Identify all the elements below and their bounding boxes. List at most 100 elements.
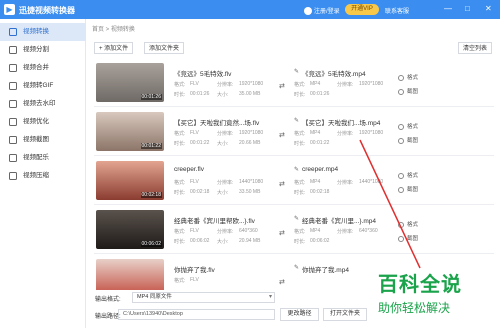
- duration-label: 时长:: [294, 92, 306, 98]
- clear-list-button[interactable]: 清空列表: [458, 42, 493, 54]
- sidebar-item-merge[interactable]: 视频合并: [0, 59, 86, 77]
- music-icon: [9, 154, 17, 162]
- add-folder-button[interactable]: 添加文件夹: [144, 42, 185, 54]
- sidebar-item-compress[interactable]: 视频压缩: [0, 167, 86, 185]
- size-label: 大小:: [217, 141, 229, 147]
- video-thumbnail: 00:01:22: [96, 112, 164, 151]
- source-size: 33.50 MB: [239, 189, 261, 195]
- edit-name-icon[interactable]: ✎: [294, 117, 299, 124]
- format-settings-button[interactable]: 格式: [398, 73, 418, 81]
- output-format-select[interactable]: MP4 同原文件: [132, 292, 275, 303]
- sidebar-item-gif[interactable]: 视频转GIF: [0, 77, 86, 95]
- screenshot-button[interactable]: 截图: [398, 136, 418, 144]
- format-settings-button[interactable]: 格式: [398, 122, 418, 130]
- edit-name-icon[interactable]: ✎: [294, 215, 299, 222]
- duration-label: 时长:: [174, 92, 186, 98]
- source-resolution: 1440*1080: [239, 179, 264, 185]
- output-duration: 00:06:02: [310, 238, 330, 244]
- add-file-button[interactable]: + 添加文件: [94, 42, 134, 54]
- maximize-icon[interactable]: □: [465, 4, 470, 14]
- optimize-icon: [9, 118, 17, 126]
- open-folder-button[interactable]: 打开文件夹: [323, 308, 367, 321]
- close-icon[interactable]: ✕: [485, 4, 492, 14]
- source-resolution: 1920*1080: [239, 81, 264, 87]
- source-duration: 00:06:02: [190, 238, 210, 244]
- source-resolution: 640*360: [239, 228, 258, 234]
- source-file-name: 【买它】天啦我们竟然...场.flv: [174, 120, 260, 127]
- screenshot-button[interactable]: 截图: [398, 185, 418, 193]
- output-duration: 00:01:26: [310, 91, 330, 97]
- format-label: 格式:: [294, 82, 306, 88]
- source-resolution: 1920*1080: [239, 130, 264, 136]
- size-label: 大小:: [217, 239, 229, 245]
- chevron-down-icon[interactable]: ▾: [269, 293, 272, 300]
- watermark-logo: 百科全说 助你轻松解决: [378, 268, 498, 316]
- output-resolution: 1920*1080: [359, 81, 384, 87]
- convert-arrow-icon: ⇄: [279, 132, 285, 139]
- app-title: 迅捷视频转换器: [19, 6, 75, 15]
- output-file-name: creeper.mp4: [302, 166, 339, 173]
- screenshot-icon: [9, 136, 17, 144]
- format-label: 格式:: [174, 278, 186, 284]
- convert-arrow-icon: ⇄: [279, 83, 285, 90]
- title-bar: ▶ 迅捷视频转换器 注册/登录 开通VIP 联系客服 — □ ✕: [0, 0, 500, 19]
- output-format-label: 输出格式:: [95, 297, 121, 303]
- output-format: MP4: [310, 228, 321, 234]
- edit-name-icon[interactable]: ✎: [294, 264, 299, 271]
- output-resolution: 1440*1080: [359, 179, 384, 185]
- resolution-label: 分辨率:: [337, 180, 354, 186]
- list-item[interactable]: 00:06:02 经典老番《宾川里帮欧...}.flv 格式: FLV 分辨率:…: [94, 207, 494, 254]
- sidebar-item-convert[interactable]: 视频转换: [0, 23, 86, 41]
- format-label: 格式:: [174, 229, 186, 235]
- screenshot-button[interactable]: 截图: [398, 234, 418, 242]
- video-thumbnail: 00:01:26: [96, 63, 164, 102]
- edit-name-icon[interactable]: ✎: [294, 68, 299, 75]
- list-item[interactable]: 00:01:22 【买它】天啦我们竟然...场.flv 格式: FLV 分辨率:…: [94, 109, 494, 156]
- resolution-label: 分辨率:: [337, 229, 354, 235]
- convert-icon: [9, 28, 17, 36]
- source-duration: 00:01:22: [190, 140, 210, 146]
- format-settings-button[interactable]: 格式: [398, 220, 418, 228]
- scissors-icon: [398, 88, 404, 95]
- scissors-icon: [398, 186, 404, 193]
- screenshot-button[interactable]: 截图: [398, 87, 418, 95]
- change-path-button[interactable]: 更改路径: [280, 308, 319, 321]
- source-file-name: 《竞远》5毛特效.flv: [174, 71, 232, 78]
- sidebar-item-watermark[interactable]: 视频去水印: [0, 95, 86, 113]
- sidebar-item-screenshot[interactable]: 视频截图: [0, 131, 86, 149]
- merge-icon: [9, 64, 17, 72]
- edit-name-icon[interactable]: ✎: [294, 166, 299, 173]
- video-thumbnail: [96, 259, 164, 290]
- contact-link[interactable]: 联系客服: [385, 6, 409, 15]
- size-label: 大小:: [217, 92, 229, 98]
- output-file-name: 《竞远》5毛特效.mp4: [302, 71, 366, 78]
- resolution-label: 分辨率:: [337, 131, 354, 137]
- sidebar-item-optimize[interactable]: 视频优化: [0, 113, 86, 131]
- duration-label: 时长:: [294, 141, 306, 147]
- duration-label: 时长:: [174, 141, 186, 147]
- format-settings-button[interactable]: 格式: [398, 171, 418, 179]
- format-label: 格式:: [174, 131, 186, 137]
- gear-icon: [398, 123, 404, 130]
- output-duration: 00:01:22: [310, 140, 330, 146]
- file-list: 00:01:26 《竞远》5毛特效.flv 格式: FLV 分辨率: 1920*…: [94, 60, 494, 290]
- sidebar-item-split[interactable]: 视频分割: [0, 41, 86, 59]
- login-link[interactable]: 注册/登录: [304, 6, 340, 16]
- output-resolution: 640*360: [359, 228, 378, 234]
- avatar-icon: [304, 7, 312, 16]
- source-format: FLV: [190, 228, 199, 234]
- sidebar-item-music[interactable]: 视频配乐: [0, 149, 86, 167]
- source-file-name: 你抛弃了我.flv: [174, 267, 215, 274]
- output-path-input[interactable]: C:\Users\13940\Desktop: [118, 309, 275, 320]
- minimize-icon[interactable]: —: [444, 4, 452, 14]
- scissors-icon: [398, 137, 404, 144]
- convert-arrow-icon: ⇄: [279, 279, 285, 286]
- duration-label: 时长:: [294, 239, 306, 245]
- format-label: 格式:: [294, 131, 306, 137]
- output-path-label: 输出路径:: [95, 314, 121, 320]
- vip-button[interactable]: 开通VIP: [345, 4, 379, 15]
- source-size: 20.66 MB: [239, 140, 261, 146]
- list-item[interactable]: 00:02:18 creeper.flv 格式: FLV 分辨率: 1440*1…: [94, 158, 494, 205]
- list-item[interactable]: 00:01:26 《竞远》5毛特效.flv 格式: FLV 分辨率: 1920*…: [94, 60, 494, 107]
- video-thumbnail: 00:06:02: [96, 210, 164, 249]
